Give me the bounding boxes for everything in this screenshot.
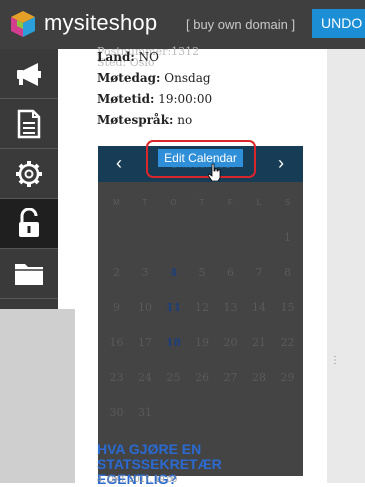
highlight-ring bbox=[146, 140, 256, 178]
calendar-day[interactable]: 16 bbox=[102, 336, 131, 349]
calendar-day[interactable]: 7 bbox=[245, 266, 274, 279]
calendar-day[interactable]: 23 bbox=[102, 371, 131, 384]
weekday-label: S bbox=[284, 198, 291, 207]
weekday-label: T bbox=[142, 198, 148, 207]
calendar-day[interactable]: 10 bbox=[131, 301, 160, 314]
info-meeting-day: Møtedag: Onsdag bbox=[97, 71, 211, 85]
calendar-day[interactable]: 15 bbox=[273, 301, 302, 314]
folder-icon bbox=[15, 263, 43, 285]
sidebar-item-files[interactable] bbox=[0, 249, 58, 299]
calendar-day[interactable]: 3 bbox=[131, 266, 160, 279]
calendar-day[interactable]: 31 bbox=[131, 406, 160, 419]
calendar-day[interactable]: 18 bbox=[159, 336, 188, 349]
calendar-day[interactable]: 6 bbox=[216, 266, 245, 279]
calendar-day[interactable]: 1 bbox=[273, 231, 302, 244]
calendar-day[interactable]: 4 bbox=[159, 266, 188, 279]
calendar-day[interactable]: 9 bbox=[102, 301, 131, 314]
sidebar-item-security[interactable] bbox=[0, 199, 58, 249]
calendar-day[interactable]: 17 bbox=[131, 336, 160, 349]
gear-icon bbox=[16, 160, 42, 187]
calendar-day[interactable]: 5 bbox=[188, 266, 217, 279]
content-gutter bbox=[58, 49, 75, 309]
logo-cube-icon bbox=[11, 11, 35, 37]
calendar-day[interactable]: 14 bbox=[245, 301, 274, 314]
calendar-day[interactable]: 20 bbox=[216, 336, 245, 349]
right-panel-background bbox=[327, 49, 365, 483]
buy-domain-link[interactable]: [ buy own domain ] bbox=[186, 17, 295, 32]
unlock-icon bbox=[19, 207, 39, 237]
info-value: no bbox=[177, 113, 193, 127]
info-value: NO bbox=[138, 50, 159, 64]
calendar-day[interactable]: 21 bbox=[245, 336, 274, 349]
page-content: Postnummer:1312 Sted: Oslo Land: NO Møte… bbox=[75, 45, 327, 487]
calendar-day[interactable]: 30 bbox=[102, 406, 131, 419]
calendar-day[interactable]: 29 bbox=[273, 371, 302, 384]
page-icon bbox=[17, 109, 41, 138]
weekday-label: L bbox=[256, 198, 262, 207]
calendar-day[interactable]: 12 bbox=[188, 301, 217, 314]
calendar-day[interactable]: 22 bbox=[273, 336, 302, 349]
info-value: 19:00:00 bbox=[158, 92, 213, 106]
calendar-day[interactable]: 19 bbox=[188, 336, 217, 349]
brand-name[interactable]: mysiteshop bbox=[44, 10, 157, 36]
weekday-label: O bbox=[170, 198, 177, 207]
weekday-label: M bbox=[113, 198, 120, 207]
info-land: Land: NO bbox=[97, 50, 159, 64]
info-value: Onsdag bbox=[164, 71, 211, 85]
weekday-label: T bbox=[199, 198, 205, 207]
sidebar bbox=[0, 49, 58, 309]
calendar-day[interactable]: 26 bbox=[188, 371, 217, 384]
sidebar-item-marketing[interactable] bbox=[0, 49, 58, 99]
calendar-next-button[interactable]: › bbox=[278, 153, 284, 174]
calendar-day[interactable]: 25 bbox=[159, 371, 188, 384]
weekday-label: F bbox=[228, 198, 233, 207]
sidebar-item-settings[interactable] bbox=[0, 149, 58, 199]
info-label: Møtespråk: bbox=[97, 113, 174, 127]
calendar-prev-button[interactable]: ‹ bbox=[116, 153, 122, 174]
sidebar-item-pages[interactable] bbox=[0, 99, 58, 149]
calendar-day[interactable]: 28 bbox=[245, 371, 274, 384]
calendar-day[interactable]: 2 bbox=[102, 266, 131, 279]
info-label: Møtetid: bbox=[97, 92, 155, 106]
calendar-day[interactable]: 27 bbox=[216, 371, 245, 384]
calendar-day[interactable]: 8 bbox=[273, 266, 302, 279]
info-label: Møtedag: bbox=[97, 71, 161, 85]
calendar-day[interactable]: 13 bbox=[216, 301, 245, 314]
info-meeting-time: Møtetid: 19:00:00 bbox=[97, 92, 212, 106]
calendar-day[interactable]: 24 bbox=[131, 371, 160, 384]
info-meeting-language: Møtespråk: no bbox=[97, 113, 192, 127]
hand-cursor-icon bbox=[208, 163, 221, 181]
background-area bbox=[0, 309, 75, 483]
megaphone-icon bbox=[17, 62, 41, 86]
undo-button[interactable]: UNDO bbox=[312, 9, 365, 38]
resize-handle-dots[interactable]: ⋮ bbox=[330, 355, 340, 366]
calendar-day[interactable]: 11 bbox=[159, 301, 188, 314]
calendar-widget[interactable]: ‹ Oktober 2017 › Edit Calendar MTOTFLS 1… bbox=[98, 140, 303, 476]
info-label: Land: bbox=[97, 50, 135, 64]
top-bar: mysiteshop [ buy own domain ] UNDO bbox=[0, 0, 365, 49]
